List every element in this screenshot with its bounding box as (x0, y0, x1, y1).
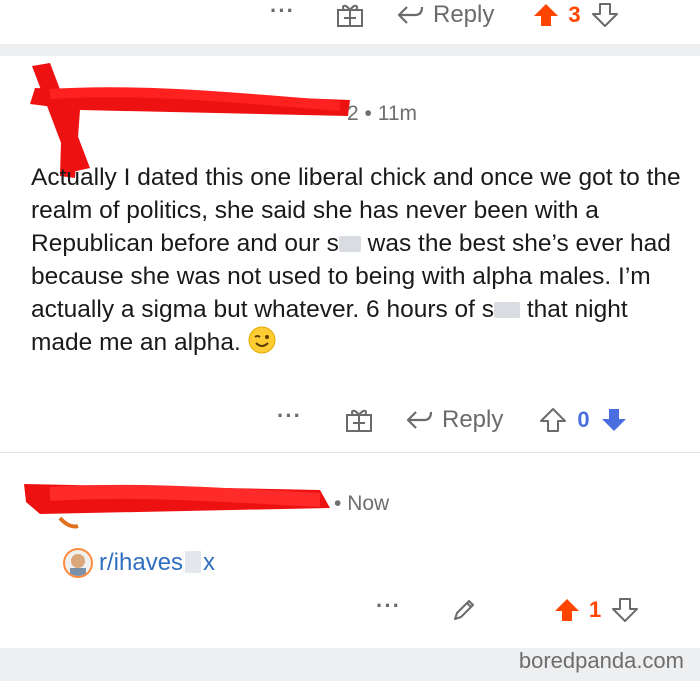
reply-button[interactable]: Reply (433, 1, 494, 29)
comment-meta: 2 • 11m (347, 102, 418, 125)
thread-separator (0, 452, 700, 453)
subreddit-link[interactable]: r/ihaves x (63, 548, 215, 578)
redaction-scribble (24, 484, 330, 529)
vote-score: 3 (568, 2, 581, 27)
reply-arrow-icon[interactable] (395, 3, 425, 27)
upvote-outline-icon[interactable] (539, 407, 567, 433)
top-action-bar: ··· Reply 3 (270, 0, 619, 30)
upvote-filled-icon[interactable] (532, 2, 560, 28)
downvote-outline-icon[interactable] (611, 597, 639, 623)
gift-icon[interactable] (335, 2, 365, 28)
downvote-outline-icon[interactable] (591, 2, 619, 28)
reply-button[interactable]: Reply (442, 406, 503, 434)
thread-separator (0, 44, 700, 56)
upvote-filled-icon[interactable] (553, 597, 581, 623)
censored-letters (185, 551, 202, 573)
comment-action-bar: ··· 1 (376, 592, 639, 628)
more-options-button[interactable]: ··· (277, 405, 302, 427)
comment-timestamp: Now (347, 492, 390, 515)
watermark: boredpanda.com (518, 648, 684, 673)
vote-score: 1 (588, 597, 602, 622)
vote-score: 0 (577, 407, 590, 432)
username-fragment: 2 (347, 102, 359, 125)
comment-meta: • Now (334, 492, 390, 515)
comment-action-bar: ··· Reply 0 (277, 402, 628, 438)
more-options-button[interactable]: ··· (270, 0, 295, 22)
censored-word (338, 236, 361, 252)
subreddit-avatar (63, 548, 93, 578)
censored-word (494, 302, 521, 318)
comment-body: Actually I dated this one liberal chick … (31, 161, 681, 363)
comment-timestamp: 11m (377, 102, 418, 125)
downvote-filled-icon[interactable] (600, 407, 628, 433)
winking-face-emoji (248, 326, 276, 363)
more-options-button[interactable]: ··· (376, 595, 401, 617)
reply-arrow-icon[interactable] (404, 408, 434, 432)
redaction-scribble (30, 63, 350, 178)
subreddit-name: r/ihaves (99, 549, 184, 576)
gift-icon[interactable] (344, 407, 374, 433)
subreddit-name-suffix: x (203, 549, 216, 576)
pencil-icon[interactable] (449, 595, 479, 625)
